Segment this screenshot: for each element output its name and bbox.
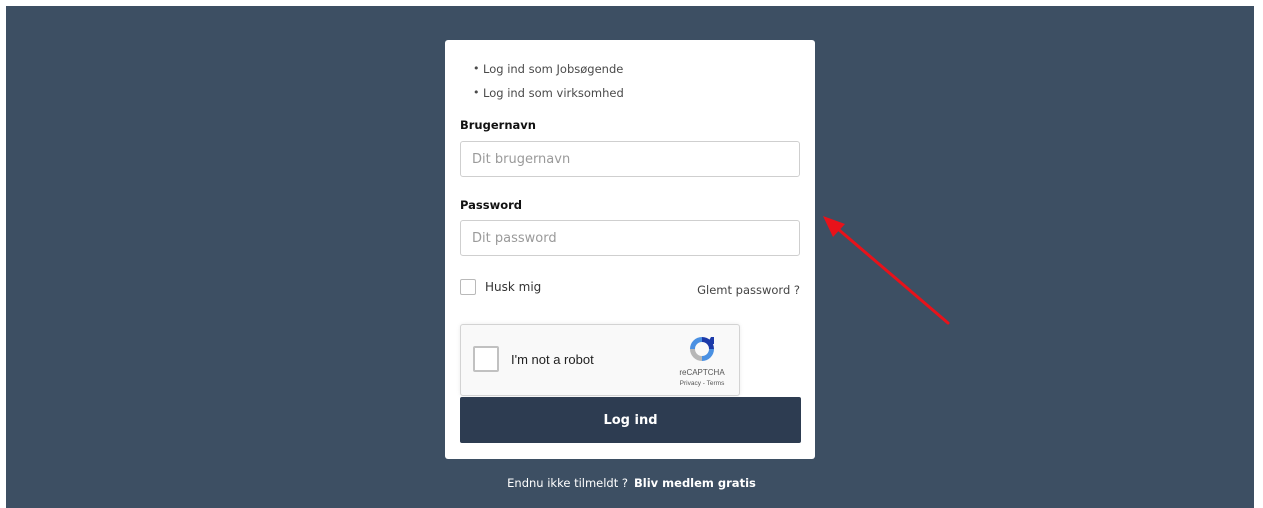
recaptcha-logo-icon — [690, 337, 714, 361]
login-link-company-label[interactable]: Log ind som virksomhed — [483, 86, 624, 100]
username-input[interactable] — [460, 141, 800, 177]
login-card: • Log ind som Jobsøgende • Log ind som vir… — [445, 40, 815, 459]
recaptcha-brand: reCAPTCHA — [679, 368, 725, 377]
recaptcha-checkbox[interactable] — [473, 346, 499, 372]
signup-prompt: Endnu ikke tilmeldt ? — [507, 476, 629, 490]
login-link-jobseeker[interactable]: • Log ind som Jobsøgende — [473, 62, 624, 86]
login-link-company[interactable]: • Log ind som virksomhed — [473, 86, 624, 110]
remember-checkbox[interactable] — [460, 279, 476, 295]
bullet-icon: • — [473, 86, 480, 99]
login-button[interactable]: Log ind — [460, 397, 801, 443]
password-input[interactable] — [460, 220, 800, 256]
password-label: Password — [460, 198, 522, 212]
remember-me[interactable]: Husk mig — [460, 279, 541, 295]
recaptcha-privacy-terms[interactable]: Privacy - Terms — [669, 380, 735, 387]
recaptcha-widget: I'm not a robot reCAPTCHA Privacy - Term… — [460, 324, 740, 396]
login-type-list: • Log ind som Jobsøgende • Log ind som vir… — [473, 62, 624, 110]
recaptcha-label: I'm not a robot — [511, 352, 594, 367]
username-label: Brugernavn — [460, 118, 536, 132]
login-link-jobseeker-label[interactable]: Log ind som Jobsøgende — [483, 62, 623, 76]
remember-label: Husk mig — [485, 280, 542, 294]
signup-row: Endnu ikke tilmeldt ? Bliv medlem gratis — [0, 476, 1263, 490]
bullet-icon: • — [473, 62, 480, 75]
signup-link[interactable]: Bliv medlem gratis — [634, 476, 756, 490]
forgot-password-link[interactable]: Glemt password ? — [697, 283, 800, 297]
